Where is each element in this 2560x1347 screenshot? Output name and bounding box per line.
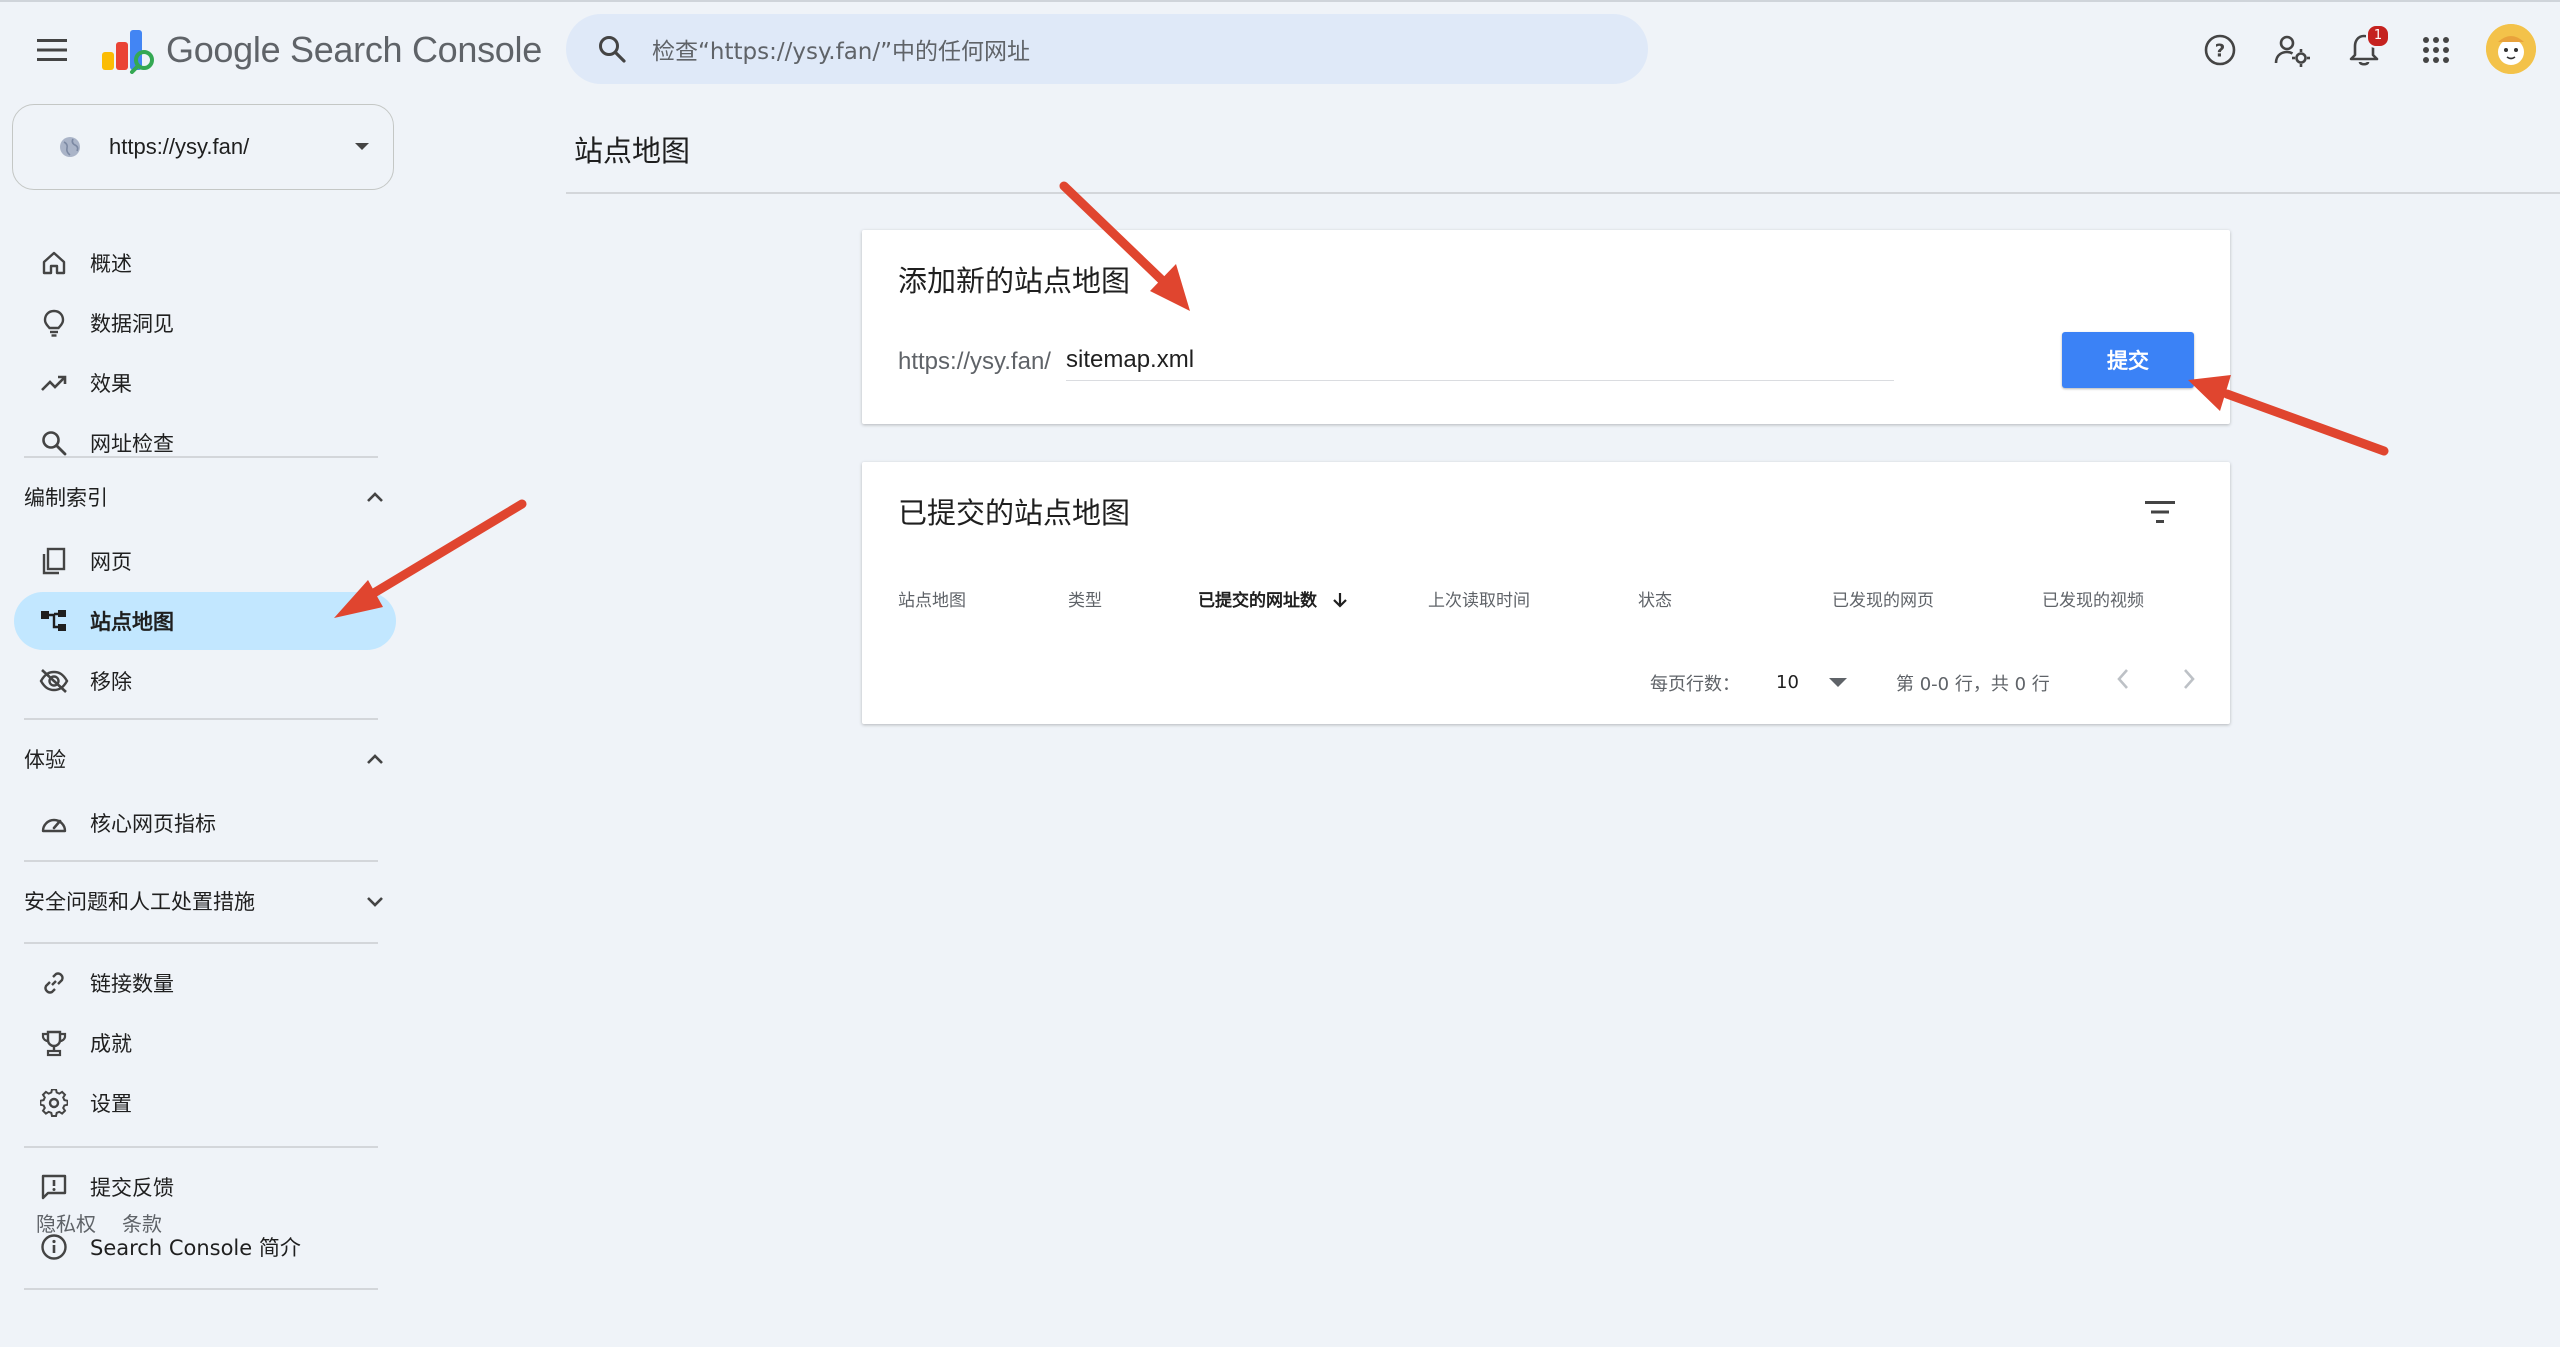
section-indexing[interactable]: 编制索引 xyxy=(24,472,384,522)
nav-sitemaps[interactable]: 站点地图 xyxy=(14,592,396,650)
url-inspection-search[interactable]: 检查“https://ysy.fan/”中的任何网址 xyxy=(566,14,1648,84)
gear-icon xyxy=(36,1085,72,1121)
add-sitemap-title: 添加新的站点地图 xyxy=(898,264,1131,298)
property-url: https://ysy.fan/ xyxy=(109,134,250,159)
visibility-off-icon xyxy=(36,663,72,699)
sidebar-footer: 隐私权 条款 xyxy=(36,1208,188,1237)
pages-icon xyxy=(36,543,72,579)
column-header-status[interactable]: 状态 xyxy=(1638,586,1672,611)
nav-insights[interactable]: 数据洞见 xyxy=(14,294,396,352)
notification-badge: 1 xyxy=(2366,24,2390,48)
nav-performance-label: 效果 xyxy=(90,372,132,396)
privacy-link[interactable]: 隐私权 xyxy=(36,1212,96,1236)
submitted-sitemaps-title: 已提交的站点地图 xyxy=(898,496,1131,530)
menu-icon[interactable] xyxy=(30,28,74,72)
section-experience[interactable]: 体验 xyxy=(24,734,384,784)
home-icon xyxy=(36,245,72,281)
column-header-submitted-urls-label: 已提交的网址数 xyxy=(1198,591,1317,611)
section-security[interactable]: 安全问题和人工处置措施 xyxy=(24,876,384,926)
globe-icon xyxy=(55,132,85,162)
feedback-icon xyxy=(36,1169,72,1205)
top-bar: Google Search Console 检查“https://ysy.fan… xyxy=(0,0,2560,100)
nav-feedback-label: 提交反馈 xyxy=(90,1176,174,1200)
search-input[interactable]: 检查“https://ysy.fan/”中的任何网址 xyxy=(652,32,1030,66)
chevron-down-icon xyxy=(367,897,383,907)
divider xyxy=(24,1146,378,1148)
top-border xyxy=(0,0,2560,2)
nav-overview-label: 概述 xyxy=(90,252,132,276)
submitted-sitemaps-card: 已提交的站点地图 站点地图 类型 已提交的网址数 上次读取时间 状态 已发现的网… xyxy=(862,462,2230,724)
divider xyxy=(24,718,378,720)
next-page-icon[interactable] xyxy=(2174,664,2204,694)
add-sitemap-card: 添加新的站点地图 https://ysy.fan/ 提交 xyxy=(862,230,2230,424)
nav-removals-label: 移除 xyxy=(90,670,132,694)
submit-button[interactable]: 提交 xyxy=(2062,332,2194,388)
nav-sitemaps-label: 站点地图 xyxy=(90,610,174,634)
nav-settings-label: 设置 xyxy=(90,1092,132,1116)
section-security-title: 安全问题和人工处置措施 xyxy=(24,890,255,914)
nav-overview[interactable]: 概述 xyxy=(14,234,396,292)
nav-url-inspection-label: 网址检查 xyxy=(90,432,174,456)
column-header-discovered-videos[interactable]: 已发现的视频 xyxy=(2042,586,2144,611)
sitemap-url-input[interactable] xyxy=(1066,340,1894,381)
rows-per-page-value: 10 xyxy=(1776,671,1799,693)
column-header-sitemap[interactable]: 站点地图 xyxy=(898,586,966,611)
section-indexing-title: 编制索引 xyxy=(24,486,108,510)
app-name: Google Search Console xyxy=(166,29,542,70)
rows-per-page-label: 每页行数： xyxy=(1650,674,1740,695)
speed-gauge-icon xyxy=(36,805,72,841)
sitemap-icon xyxy=(36,603,72,639)
divider xyxy=(24,942,378,944)
sidebar: https://ysy.fan/ 概述 数据洞见 效果 网址检查 编制索引 网页… xyxy=(0,100,400,1347)
property-selector[interactable]: https://ysy.fan/ xyxy=(12,104,394,190)
page-title: 站点地图 xyxy=(574,134,691,168)
nav-links-label: 链接数量 xyxy=(90,972,174,996)
search-icon[interactable] xyxy=(592,29,632,69)
trending-up-icon xyxy=(36,365,72,401)
column-header-submitted-urls[interactable]: 已提交的网址数 xyxy=(1198,586,1349,611)
nav-core-web-vitals[interactable]: 核心网页指标 xyxy=(14,794,396,852)
nav-performance[interactable]: 效果 xyxy=(14,354,396,412)
divider xyxy=(24,456,378,458)
caret-down-icon xyxy=(1828,677,1847,687)
divider xyxy=(24,860,378,862)
arrow-down-icon xyxy=(1333,593,1347,608)
nav-url-inspection[interactable]: 网址检查 xyxy=(14,414,396,472)
trophy-icon xyxy=(36,1025,72,1061)
chevron-up-icon xyxy=(367,754,383,764)
nav-insights-label: 数据洞见 xyxy=(90,312,174,336)
apps-icon[interactable] xyxy=(2414,28,2458,72)
link-icon xyxy=(36,965,72,1001)
chevron-up-icon xyxy=(367,492,383,502)
filter-icon[interactable] xyxy=(2138,490,2182,534)
terms-link[interactable]: 条款 xyxy=(122,1212,162,1236)
prev-page-icon[interactable] xyxy=(2108,664,2138,694)
help-icon[interactable]: ? xyxy=(2198,28,2242,72)
caret-down-icon xyxy=(355,143,369,150)
svg-text:?: ? xyxy=(2215,41,2225,62)
manage-users-icon[interactable] xyxy=(2270,28,2314,72)
rows-per-page-select[interactable]: 10 xyxy=(1776,668,1856,696)
nav-removals[interactable]: 移除 xyxy=(14,652,396,710)
nav-links[interactable]: 链接数量 xyxy=(14,954,396,1012)
column-header-discovered-pages[interactable]: 已发现的网页 xyxy=(1832,586,1934,611)
sitemap-url-prefix: https://ysy.fan/ xyxy=(898,348,1051,375)
nav-settings[interactable]: 设置 xyxy=(14,1074,396,1132)
avatar[interactable] xyxy=(2486,24,2536,74)
notifications-icon[interactable]: 1 xyxy=(2342,24,2390,72)
nav-pages[interactable]: 网页 xyxy=(14,532,396,590)
lightbulb-icon xyxy=(36,305,72,341)
nav-core-web-vitals-label: 核心网页指标 xyxy=(90,812,216,836)
search-console-logo[interactable]: Google Search Console xyxy=(100,26,542,74)
divider xyxy=(24,1288,378,1290)
nav-achievements[interactable]: 成就 xyxy=(14,1014,396,1072)
nav-achievements-label: 成就 xyxy=(90,1032,132,1056)
column-header-type[interactable]: 类型 xyxy=(1068,586,1102,611)
section-experience-title: 体验 xyxy=(24,748,66,772)
nav-pages-label: 网页 xyxy=(90,550,132,574)
search-console-logo-icon xyxy=(102,30,154,74)
pagination-range: 第 0-0 行，共 0 行 xyxy=(1896,674,2050,695)
column-header-last-read[interactable]: 上次读取时间 xyxy=(1428,586,1530,611)
page-title-divider xyxy=(566,192,2560,194)
